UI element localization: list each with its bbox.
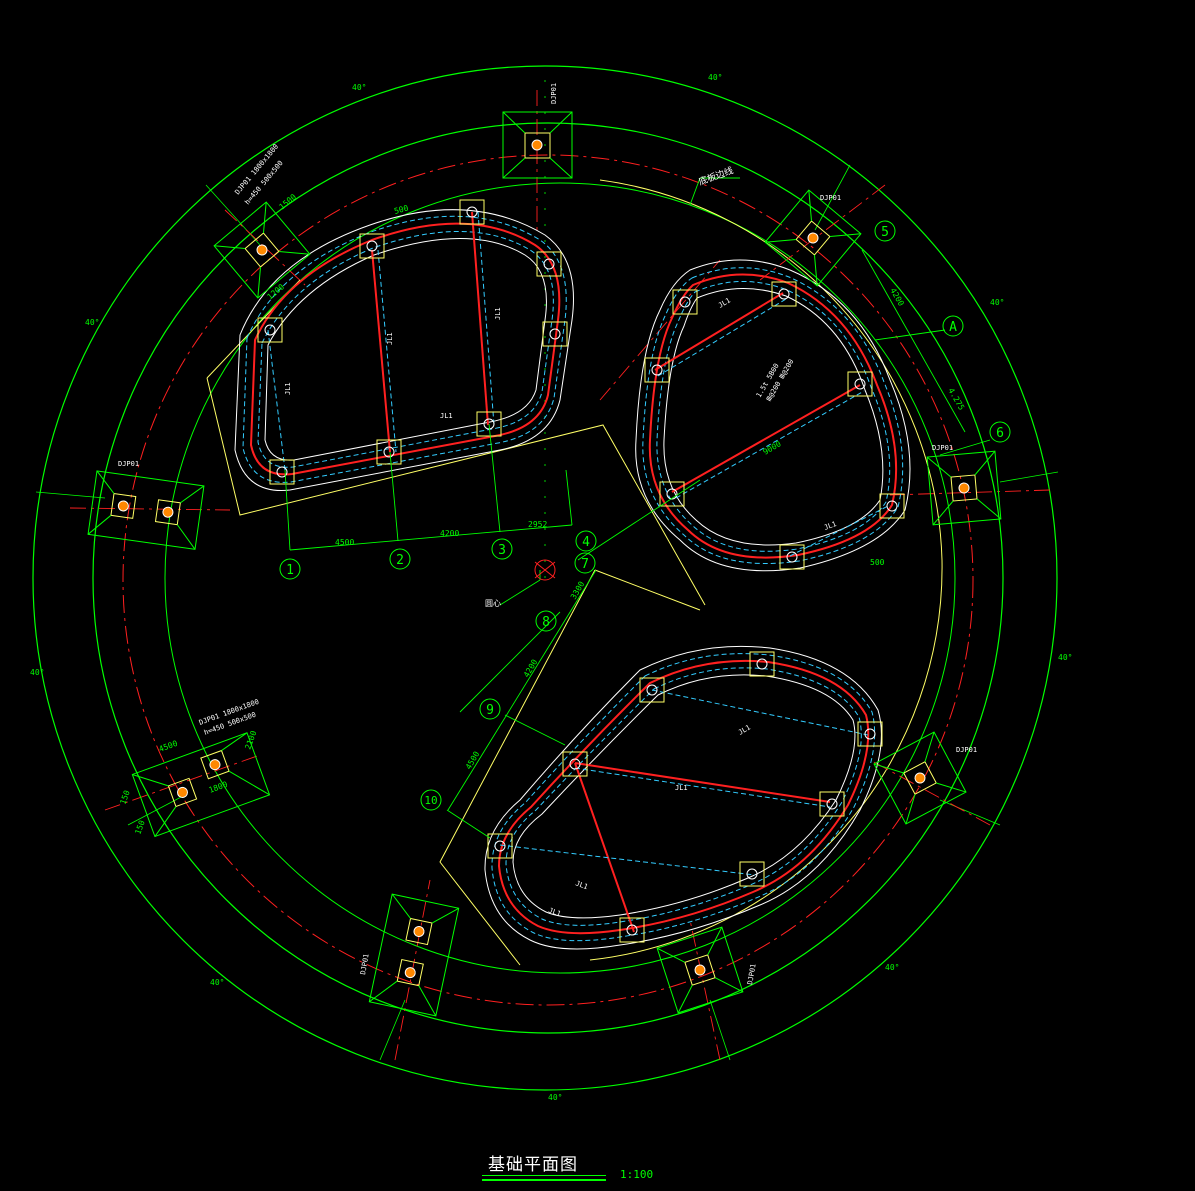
axis-label-a: A <box>949 320 957 335</box>
dim-text-1-2: 4500 <box>335 538 354 547</box>
title-underline <box>482 1175 606 1176</box>
pad-code-label: DJP01 <box>550 83 558 104</box>
angle-label: 40° <box>352 83 366 92</box>
angle-label: 40° <box>885 963 899 972</box>
foundation-plan-drawing: 40° 40° 40° 40° 40° 40° 40° 40° 40° 1 2 … <box>0 0 1195 1191</box>
beam-code-label: JL1 <box>494 307 502 320</box>
axis-label-6: 6 <box>996 426 1004 441</box>
axis-label-10: 10 <box>424 794 437 807</box>
angle-label: 40° <box>990 298 1004 307</box>
axis-label-9: 9 <box>486 703 494 718</box>
axis-label-8: 8 <box>542 615 550 630</box>
beam-code-label: JL1 <box>284 382 292 395</box>
pad-code-label: DJP01 <box>118 460 139 468</box>
pad-code-label: DJP01 <box>932 444 953 452</box>
angle-label: 40° <box>85 318 99 327</box>
beam-code-label: JL1 <box>675 784 688 792</box>
drawing-title: 基础平面图 <box>488 1155 578 1175</box>
pad-code-label: DJP01 <box>820 194 841 202</box>
angle-label: 40° <box>548 1093 562 1102</box>
dim-text-3-4: 2952 <box>528 520 547 529</box>
axis-label-1: 1 <box>286 563 294 578</box>
angle-label: 40° <box>708 73 722 82</box>
center-note: 圆心 <box>485 599 501 608</box>
axis-label-2: 2 <box>396 553 404 568</box>
title-underline-thick <box>482 1179 606 1181</box>
angle-label: 40° <box>30 668 44 677</box>
beam-code-label: JL1 <box>386 332 394 345</box>
beam-code-label: JL1 <box>440 412 453 420</box>
dim-text-pit: 500 <box>870 558 885 567</box>
axis-label-3: 3 <box>498 543 506 558</box>
axis-label-7: 7 <box>581 557 589 572</box>
dim-text-2-3: 4200 <box>440 529 459 538</box>
axis-label-4: 4 <box>582 535 590 550</box>
drawing-background <box>0 0 1195 1191</box>
drawing-scale: 1:100 <box>620 1168 654 1181</box>
pad-code-label: DJP01 <box>956 746 977 754</box>
angle-label: 40° <box>210 978 224 987</box>
axis-label-5: 5 <box>881 225 889 240</box>
angle-label: 40° <box>1058 653 1072 662</box>
drawing-title-block: 基础平面图 <box>482 1150 606 1181</box>
